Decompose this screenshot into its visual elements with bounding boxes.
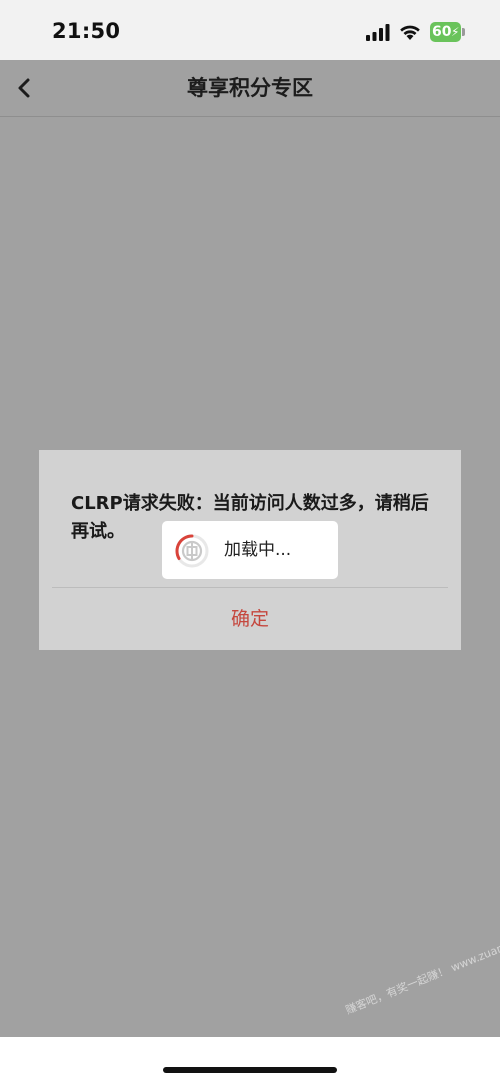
loading-text: 加载中... [224,540,292,560]
loading-toast: 加载中... [162,521,338,579]
home-indicator[interactable] [163,1067,337,1073]
battery-cap [462,28,465,36]
wifi-icon [400,25,420,40]
watermark: 赚客吧，有奖一起赚！ www.zuanke8.com [343,923,500,1017]
battery-charging-icon: 60 ⚡ [430,22,466,42]
bottom-safe-area [0,1037,500,1083]
page-title: 尊享积分专区 [187,76,313,100]
dialog-divider [52,587,448,588]
battery-level: 60 [432,24,452,40]
navigation-bar: 尊享积分专区 [0,60,500,117]
status-bar: 21:50 60 ⚡ [0,0,500,60]
cellular-signal-icon [366,24,390,41]
status-time: 21:50 [52,19,121,43]
confirm-button[interactable]: 确定 [39,590,461,648]
battery-body: 60 ⚡ [430,22,461,42]
bank-logo-spinner-icon [175,534,209,568]
charging-bolt-icon: ⚡ [451,25,460,39]
